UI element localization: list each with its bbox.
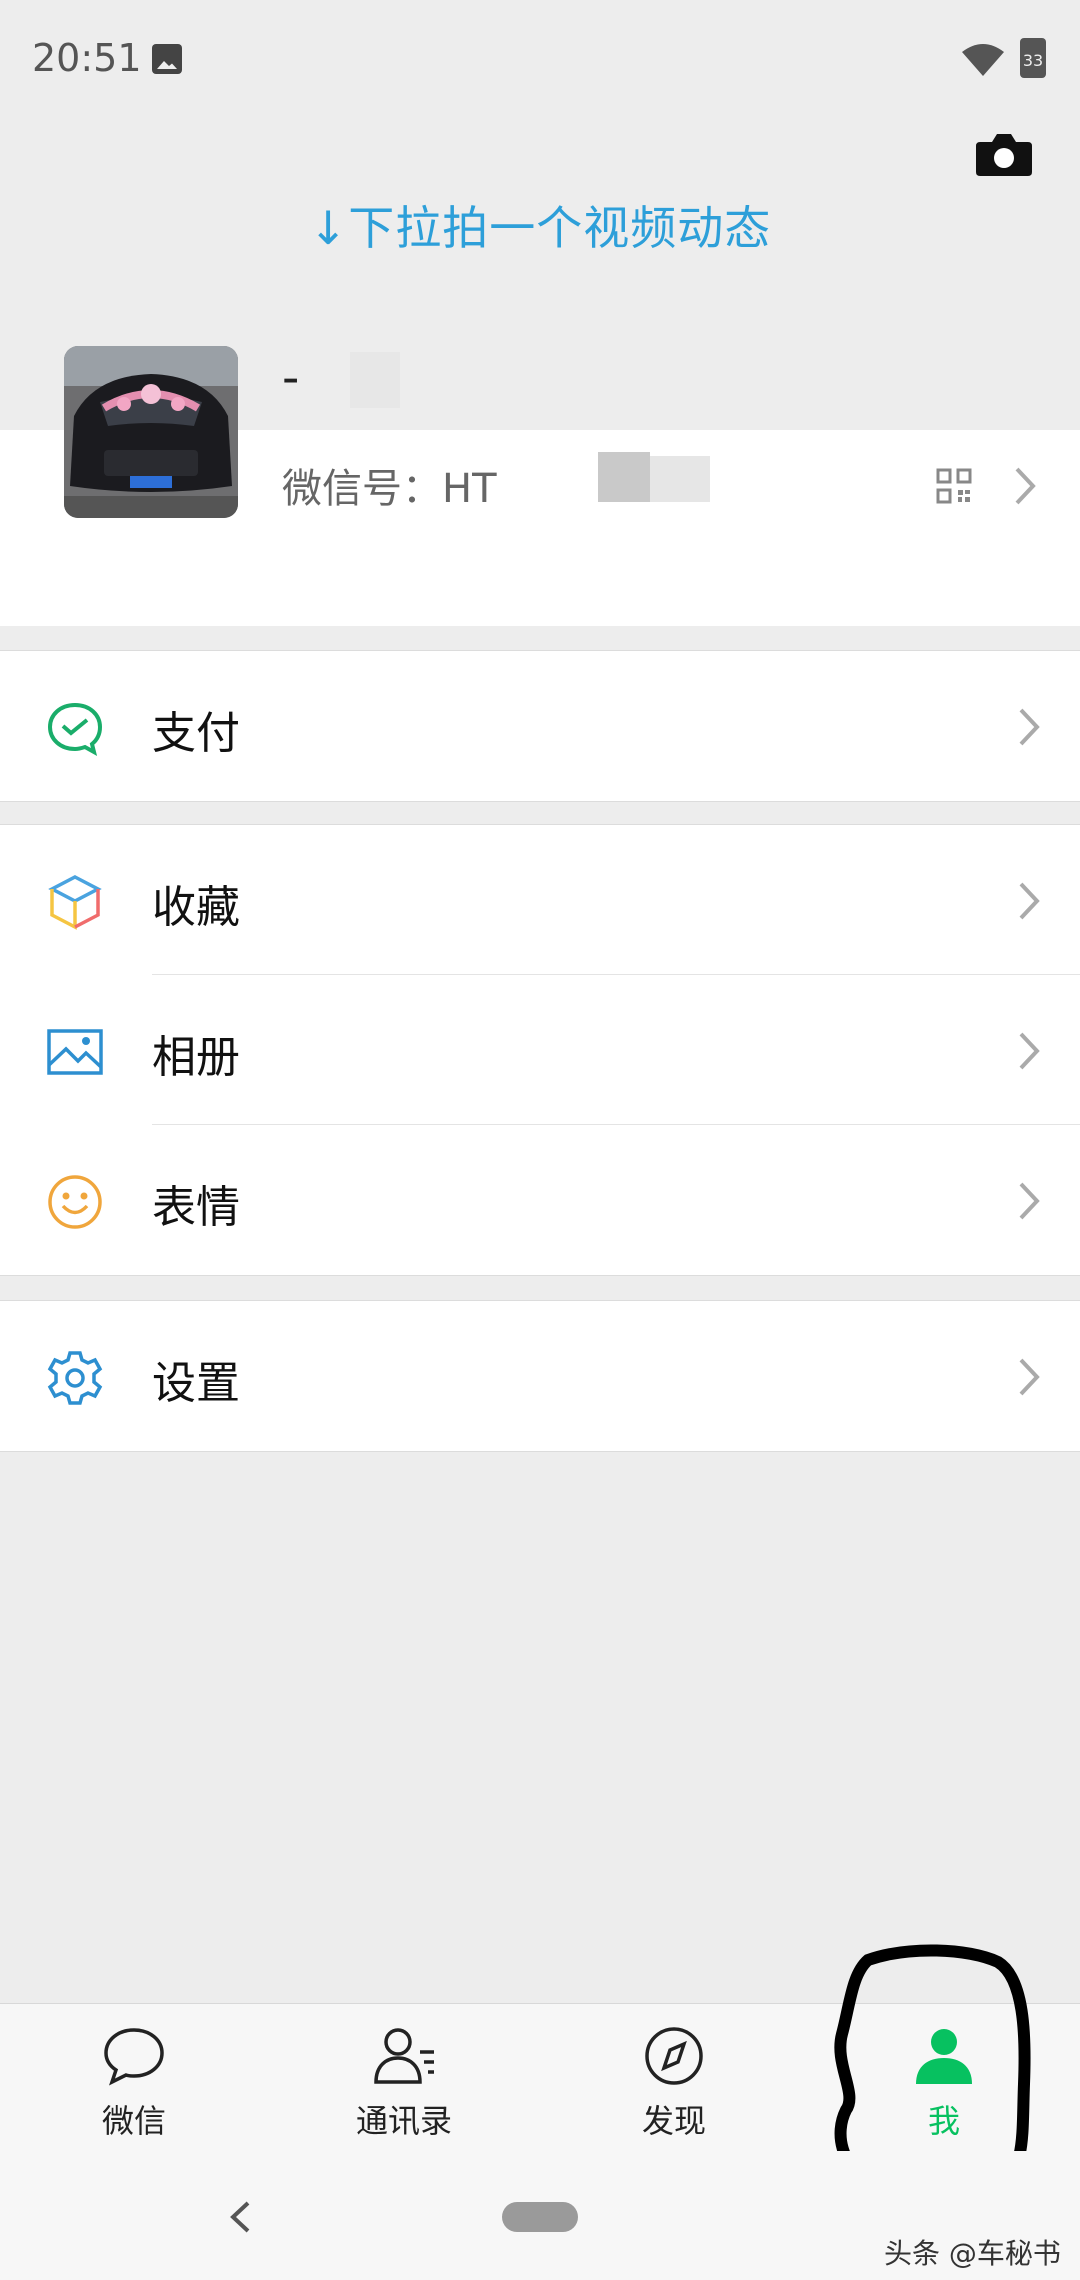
menu-item-label: 支付 [152, 708, 240, 759]
chevron-right-icon [1015, 467, 1036, 505]
avatar[interactable] [64, 346, 238, 518]
tab-discover[interactable]: 发现 [594, 2024, 754, 2142]
tab-chats[interactable]: 微信 [54, 2024, 214, 2142]
wechat-id: 微信号：HT [282, 466, 497, 512]
chevron-right-icon [1019, 1032, 1040, 1070]
compass-icon [645, 2027, 703, 2085]
chat-bubble-icon [104, 2028, 164, 2086]
menu-item-label: 设置 [152, 1358, 240, 1409]
menu-group-settings: 设置 [0, 1300, 1080, 1452]
back-chevron-icon[interactable] [228, 2200, 252, 2234]
nickname-redaction [350, 352, 400, 408]
qr-code-icon[interactable] [936, 468, 972, 504]
menu-item-pay[interactable]: 支付 [0, 651, 1080, 801]
battery-icon: 33 [1020, 38, 1046, 78]
menu-group-content: 收藏 相册 表情 [0, 824, 1080, 1276]
chevron-right-icon [1019, 1182, 1040, 1220]
wechat-pay-icon [47, 702, 103, 756]
favorites-cube-icon [48, 875, 102, 930]
nickname: - [282, 350, 300, 406]
pull-down-video-hint: ↓下拉拍一个视频动态 [308, 201, 772, 255]
camera-icon[interactable] [976, 132, 1032, 176]
wechat-id-redaction [598, 452, 650, 502]
chevron-right-icon [1019, 708, 1040, 746]
menu-item-favorites[interactable]: 收藏 [0, 825, 1080, 975]
gear-icon [47, 1351, 103, 1405]
menu-item-label: 相册 [152, 1032, 240, 1083]
wifi-icon [962, 44, 1004, 76]
menu-group-pay: 支付 [0, 650, 1080, 802]
menu-item-stickers[interactable]: 表情 [0, 1125, 1080, 1275]
chevron-right-icon [1019, 882, 1040, 920]
tab-label: 微信 [101, 2102, 166, 2140]
tab-label: 通讯录 [355, 2102, 452, 2140]
gallery-notification-icon [152, 44, 182, 74]
sticker-smile-icon [48, 1175, 102, 1229]
watermark: 头条 @车秘书 [884, 2237, 1061, 2270]
menu-item-label: 收藏 [152, 882, 240, 933]
tab-contacts[interactable]: 通讯录 [324, 2024, 484, 2142]
home-pill-button[interactable] [502, 2202, 578, 2232]
album-icon [47, 1029, 103, 1075]
tab-label: 发现 [641, 2102, 706, 2140]
status-time: 20:51 [32, 36, 142, 80]
menu-item-settings[interactable]: 设置 [0, 1301, 1080, 1451]
menu-item-album[interactable]: 相册 [0, 975, 1080, 1125]
chevron-right-icon [1019, 1358, 1040, 1396]
contacts-icon [374, 2028, 434, 2084]
wechat-id-redaction-light [650, 456, 710, 502]
menu-item-label: 表情 [152, 1182, 240, 1233]
